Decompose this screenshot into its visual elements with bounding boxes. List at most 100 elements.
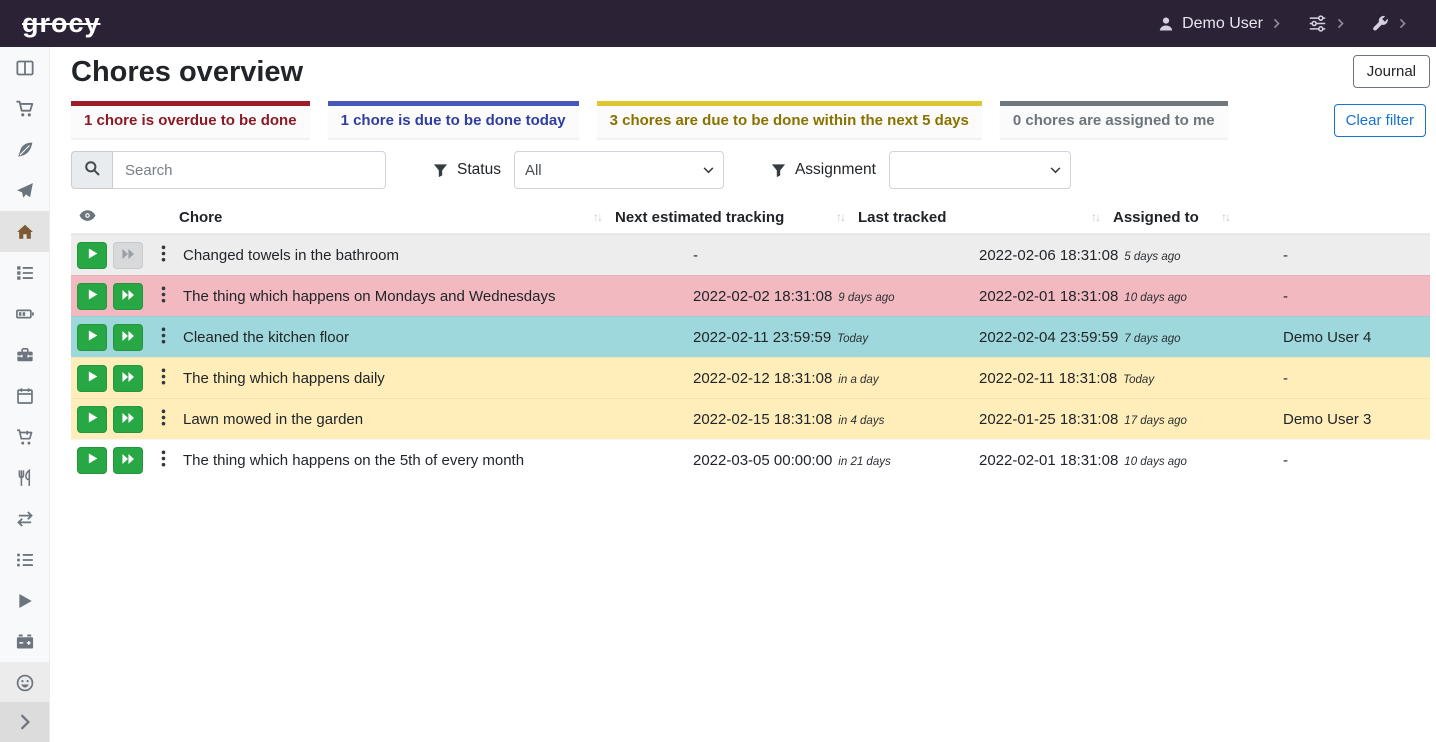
- last-tracked-relative: 10 days ago: [1124, 456, 1187, 468]
- column-header-assigned-to[interactable]: Assigned to↑↓: [1113, 209, 1243, 226]
- clear-filter-button[interactable]: Clear filter: [1334, 104, 1426, 137]
- status-card-overdue[interactable]: 1 chore is overdue to be done: [71, 101, 310, 139]
- next-tracking-time: 2022-02-11 23:59:59: [693, 329, 831, 346]
- sidebar-item-paper-plane[interactable]: [0, 170, 49, 211]
- table-row: The thing which happens daily 2022-02-12…: [71, 357, 1430, 398]
- sort-icon: ↑↓: [593, 210, 601, 224]
- fast-forward-icon: [121, 289, 135, 304]
- sidebar-item-battery[interactable]: [0, 293, 49, 334]
- row-menu-button[interactable]: [153, 242, 173, 269]
- track-execution-button[interactable]: [77, 283, 107, 310]
- assigned-to: Demo User 3: [1283, 411, 1430, 428]
- sidebar-item-car-battery[interactable]: [0, 621, 49, 662]
- next-tracking-time: -: [693, 247, 698, 264]
- wrench-icon: [1372, 15, 1389, 32]
- next-tracking-relative: in a day: [838, 374, 878, 386]
- sidebar-item-feather[interactable]: [0, 129, 49, 170]
- sidebar-item-home[interactable]: [0, 211, 49, 252]
- track-execution-button[interactable]: [77, 406, 107, 433]
- vertical-ellipsis-icon: [161, 450, 166, 470]
- fast-forward-icon: [121, 453, 135, 468]
- next-tracking-time: 2022-02-02 18:31:08: [693, 288, 832, 305]
- assigned-to: -: [1283, 452, 1430, 469]
- journal-button[interactable]: Journal: [1353, 55, 1430, 88]
- vertical-ellipsis-icon: [161, 286, 166, 306]
- table-row: The thing which happens on Mondays and W…: [71, 275, 1430, 316]
- play-icon: [86, 247, 99, 263]
- utensils-icon: [16, 469, 34, 487]
- sidebar-item-list-check[interactable]: [0, 252, 49, 293]
- chore-name: Changed towels in the bathroom: [179, 247, 693, 264]
- vertical-ellipsis-icon: [161, 368, 166, 388]
- sidebar-item-toolbox[interactable]: [0, 334, 49, 375]
- calendar-icon: [16, 387, 34, 405]
- row-menu-button[interactable]: [153, 283, 173, 310]
- status-card-assigned[interactable]: 0 chores are assigned to me: [1000, 101, 1228, 139]
- assigned-to: -: [1283, 370, 1430, 387]
- last-tracked-relative: 10 days ago: [1124, 292, 1187, 304]
- track-execution-button[interactable]: [77, 365, 107, 392]
- status-card-due-soon[interactable]: 3 chores are due to be done within the n…: [597, 101, 982, 139]
- row-menu-button[interactable]: [153, 324, 173, 351]
- status-card-due-today[interactable]: 1 chore is due to be done today: [328, 101, 579, 139]
- row-menu-button[interactable]: [153, 406, 173, 433]
- track-execution-button[interactable]: [77, 324, 107, 351]
- assignment-select[interactable]: [889, 151, 1071, 189]
- column-header-next-tracking[interactable]: Next estimated tracking↑↓: [615, 209, 858, 226]
- skip-execution-button[interactable]: [113, 406, 143, 433]
- feather-icon: [16, 141, 34, 159]
- user-menu[interactable]: Demo User: [1158, 15, 1282, 33]
- column-header-chore[interactable]: Chore↑↓: [179, 209, 615, 226]
- sidebar-item-exchange[interactable]: [0, 498, 49, 539]
- home-icon: [16, 223, 34, 241]
- grocy-logo[interactable]: grocy: [22, 8, 101, 39]
- track-execution-button[interactable]: [77, 447, 107, 474]
- sort-icon: ↑↓: [1221, 210, 1229, 224]
- table-row: Cleaned the kitchen floor 2022-02-11 23:…: [71, 316, 1430, 357]
- search-button[interactable]: [71, 151, 113, 189]
- sidebar-item-smiley[interactable]: [0, 662, 49, 703]
- play-icon: [86, 411, 99, 427]
- sidebar-item-chevron-right[interactable]: [0, 702, 49, 742]
- search-input[interactable]: [113, 151, 386, 189]
- last-tracked-relative: 17 days ago: [1124, 415, 1187, 427]
- assignment-filter-label: Assignment: [758, 151, 889, 189]
- row-menu-button[interactable]: [153, 365, 173, 392]
- last-tracked-time: 2022-02-06 18:31:08: [979, 247, 1118, 264]
- search-icon: [84, 160, 100, 180]
- visibility-column-header: [71, 209, 179, 226]
- table-row: Changed towels in the bathroom - 2022-02…: [71, 234, 1430, 275]
- play-icon: [16, 592, 34, 610]
- table-row: The thing which happens on the 5th of ev…: [71, 439, 1430, 480]
- eye-icon: [79, 209, 96, 226]
- skip-execution-button[interactable]: [113, 447, 143, 474]
- track-execution-button[interactable]: [77, 242, 107, 269]
- main-content: Chores overview Journal 1 chore is overd…: [50, 47, 1436, 742]
- column-header-last-tracked[interactable]: Last tracked↑↓: [858, 209, 1113, 226]
- admin-menu[interactable]: [1372, 15, 1408, 32]
- settings-menu[interactable]: [1308, 14, 1346, 33]
- page-title: Chores overview: [71, 55, 303, 90]
- car-battery-icon: [16, 633, 34, 651]
- status-select[interactable]: All: [514, 151, 724, 189]
- navbar-right: Demo User: [1158, 14, 1408, 33]
- filter-icon: [433, 163, 448, 178]
- skip-execution-button[interactable]: [113, 283, 143, 310]
- sidebar-item-cart-plus[interactable]: [0, 416, 49, 457]
- sidebar-item-calendar[interactable]: [0, 375, 49, 416]
- top-navbar: grocy Demo User: [0, 0, 1436, 47]
- sidebar-item-table-columns[interactable]: [0, 47, 49, 88]
- skip-execution-button[interactable]: [113, 324, 143, 351]
- fast-forward-icon: [121, 248, 135, 263]
- chore-name: Cleaned the kitchen floor: [179, 329, 693, 346]
- vertical-ellipsis-icon: [161, 327, 166, 347]
- sidebar-item-shopping-cart[interactable]: [0, 88, 49, 129]
- chores-table: Chore↑↓ Next estimated tracking↑↓ Last t…: [71, 201, 1430, 480]
- fast-forward-icon: [121, 412, 135, 427]
- table-body: Changed towels in the bathroom - 2022-02…: [71, 233, 1430, 480]
- sidebar-item-utensils[interactable]: [0, 457, 49, 498]
- skip-execution-button[interactable]: [113, 365, 143, 392]
- sidebar-item-play[interactable]: [0, 580, 49, 621]
- sidebar-item-list[interactable]: [0, 539, 49, 580]
- row-menu-button[interactable]: [153, 447, 173, 474]
